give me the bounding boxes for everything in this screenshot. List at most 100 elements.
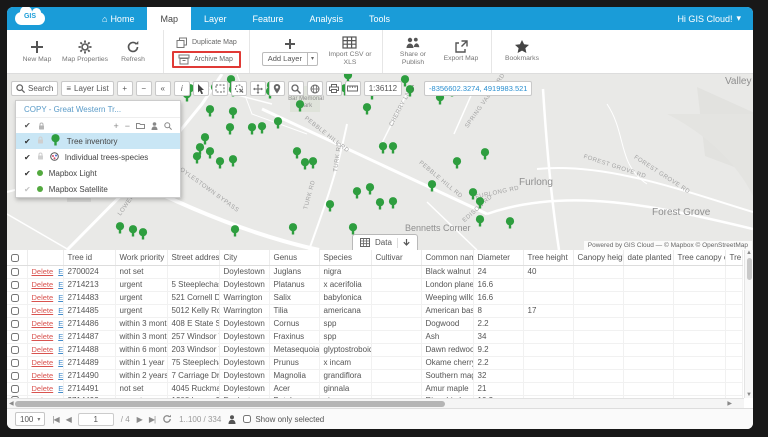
delete-link[interactable]: Delete [32,345,54,354]
tree-marker[interactable] [138,227,149,245]
row-checkbox[interactable] [11,320,19,328]
refresh-button[interactable]: Refresh [109,40,157,64]
lock-icon[interactable] [38,122,45,130]
column-header[interactable]: Tree id [63,250,115,265]
lasso-select-button[interactable] [231,81,247,96]
check-all-icon[interactable]: ✔ [24,121,31,130]
tree-marker[interactable] [375,197,386,215]
edit-link[interactable]: Edit [58,267,63,276]
row-checkbox[interactable] [11,333,19,341]
column-header[interactable]: Work priority [115,250,167,265]
layer-row-individual-trees-species[interactable]: ✔Individual trees-species [16,149,180,165]
row-checkbox[interactable] [11,385,19,393]
chevron-down-icon[interactable]: ▾ [307,53,317,65]
edit-link[interactable]: Edit [58,345,63,354]
tree-marker[interactable] [192,151,203,169]
tree-marker[interactable] [205,104,216,122]
scroll-left-icon[interactable]: ◀ [9,400,14,407]
scale-display[interactable]: 1:36112 [364,81,402,96]
row-checkbox[interactable] [11,281,19,289]
page-number-input[interactable] [78,413,114,426]
refresh-icon[interactable] [162,414,172,424]
tree-marker[interactable] [228,154,239,172]
import-csv-button[interactable]: Import CSV or XLS [324,36,376,67]
arrow-down-icon[interactable] [403,239,410,247]
gis-cloud-logo[interactable]: GIS [7,7,53,30]
row-checkbox[interactable] [11,372,19,380]
tree-marker[interactable] [295,99,306,117]
toolbar-menu-button[interactable]: ⋮ [405,81,421,96]
column-header[interactable]: Tre [725,250,742,265]
column-header[interactable]: Street address [167,250,219,265]
duplicate-map-button[interactable]: Duplicate Map [172,36,241,50]
add-layer-button[interactable]: Add Layer ▾ [262,52,318,66]
row-checkbox[interactable] [11,294,19,302]
tree-marker[interactable] [115,221,126,239]
tree-marker[interactable] [475,196,486,214]
zoom-area-button[interactable] [288,81,304,96]
row-checkbox[interactable] [11,307,19,315]
column-header[interactable]: City [219,250,269,265]
layer-visibility-check[interactable]: ✔ [24,169,31,178]
nav-tab-feature[interactable]: Feature [239,7,296,30]
remove-layer-panel-button[interactable]: − [125,121,130,131]
layer-row-mapbox-satellite[interactable]: ✔Mapbox Satellite [16,181,180,197]
column-header[interactable]: Canopy height [573,250,623,265]
data-panel-tab[interactable]: Data [352,234,418,250]
tree-marker[interactable] [352,186,363,204]
map-title[interactable]: COPY - Great Western Tr... [16,101,180,118]
user-icon[interactable] [151,122,158,130]
tree-marker[interactable] [388,196,399,214]
measure-button[interactable] [345,81,361,96]
archive-map-button[interactable]: Archive Map [172,51,241,68]
column-header[interactable]: Species [319,250,371,265]
scroll-down-icon[interactable]: ▼ [746,392,752,398]
layer-visibility-check[interactable]: ✔ [24,185,31,194]
delete-link[interactable]: Delete [32,358,54,367]
layer-row-tree-inventory[interactable]: ✔Tree inventory [16,133,180,149]
tree-marker[interactable] [475,214,486,232]
tree-marker[interactable] [325,199,336,217]
scroll-up-icon[interactable]: ▲ [746,250,752,256]
map-properties-button[interactable]: Map Properties [61,40,109,64]
scroll-right-icon[interactable]: ▶ [727,400,732,407]
delete-link[interactable]: Delete [32,280,54,289]
folder-icon[interactable] [136,122,145,129]
nav-tab-analysis[interactable]: Analysis [297,7,357,30]
delete-link[interactable]: Delete [32,293,54,302]
zoom-in-button[interactable]: + [117,81,133,96]
nav-tab-map[interactable]: Map [147,7,191,30]
horizontal-scrollbar[interactable]: ◀ ▶ [7,398,744,408]
last-page-button[interactable]: ▶| [149,415,155,424]
goto-xy-button[interactable] [269,81,285,96]
prev-page-button[interactable]: ◀ [66,415,71,424]
tree-marker[interactable] [427,179,438,197]
edit-link[interactable]: Edit [58,280,63,289]
bookmarks-button[interactable]: Bookmarks [498,40,546,63]
export-map-button[interactable]: Export Map [437,40,485,63]
tree-marker[interactable] [288,222,299,240]
column-header[interactable]: date planted [623,250,673,265]
search-icon[interactable] [164,122,172,130]
add-layer-panel-button[interactable]: + [113,121,118,131]
tree-marker[interactable] [257,121,268,139]
select-cursor-button[interactable] [193,81,209,96]
column-header[interactable]: Tree height [523,250,573,265]
row-checkbox[interactable] [11,268,19,276]
first-page-button[interactable]: |◀ [52,415,58,424]
select-all-checkbox[interactable] [11,254,19,262]
row-checkbox[interactable] [11,346,19,354]
tree-marker[interactable] [215,156,226,174]
layer-visibility-check[interactable]: ✔ [24,137,31,146]
vertical-scrollbar[interactable]: ▲ ▼ [744,250,753,398]
layer-row-mapbox-light[interactable]: ✔Mapbox Light [16,165,180,181]
tree-marker[interactable] [273,116,284,134]
edit-link[interactable]: Edit [58,358,63,367]
row-checkbox[interactable] [11,359,19,367]
delete-link[interactable]: Delete [32,384,54,393]
delete-link[interactable]: Delete [32,371,54,380]
delete-link[interactable]: Delete [32,319,54,328]
page-size-select[interactable]: 100 ▾ [15,412,45,426]
select-area-button[interactable] [212,81,228,96]
tree-marker[interactable] [308,156,319,174]
